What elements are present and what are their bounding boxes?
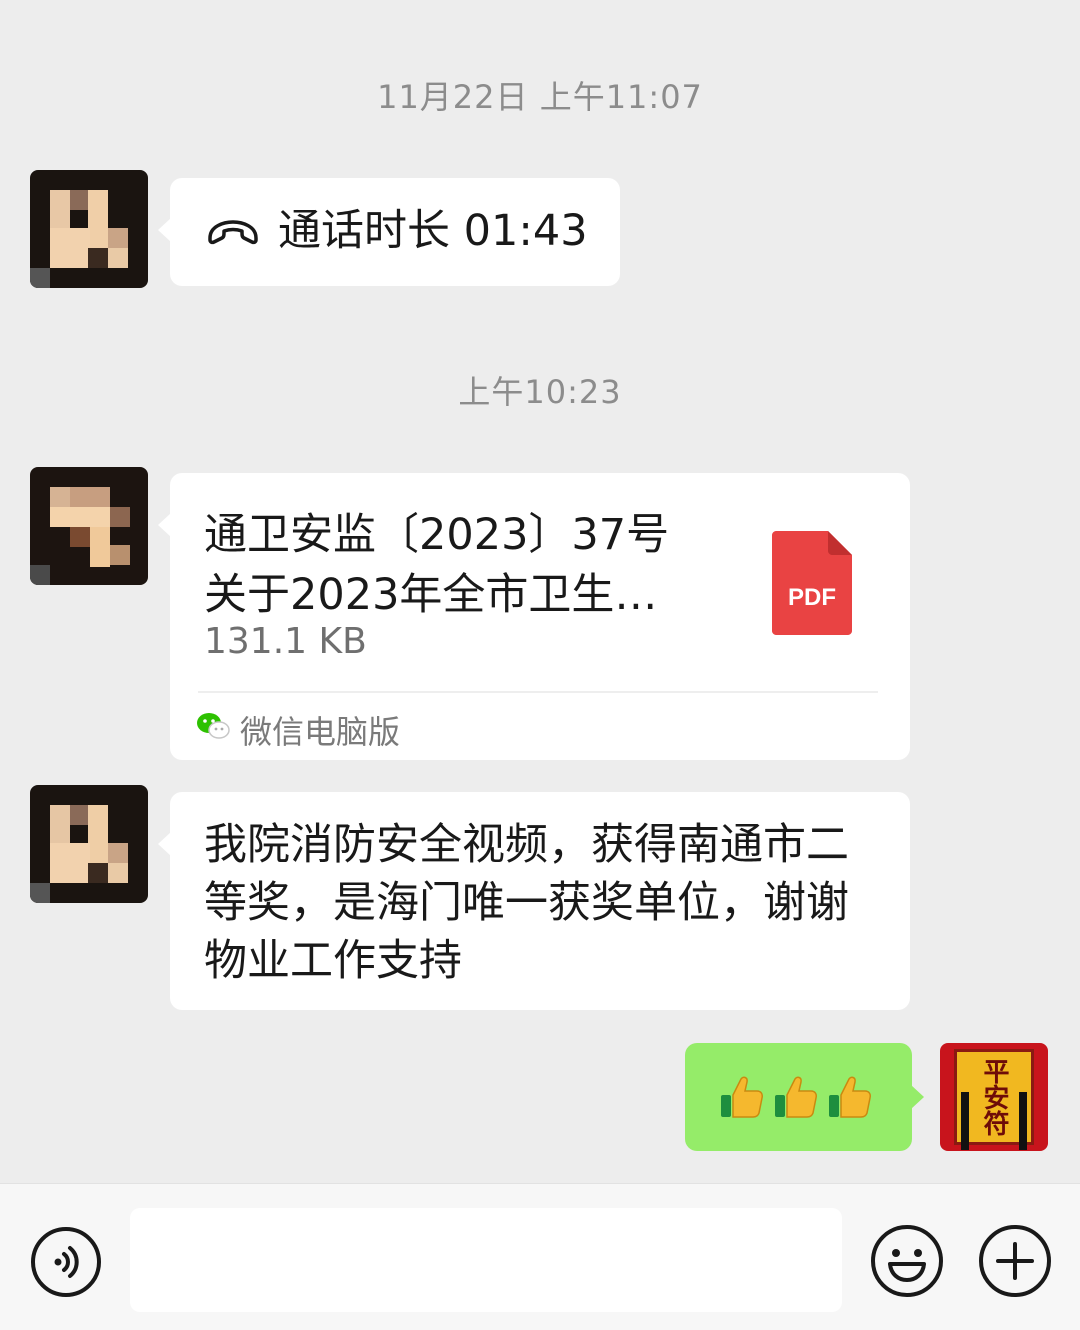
thumbs-up-icon: [775, 1076, 817, 1118]
amulet-label: 平安符: [979, 1058, 1009, 1136]
file-name-line1: 通卫安监〔2023〕37号: [204, 510, 670, 560]
pdf-icon-label: PDF: [788, 584, 836, 611]
pdf-file-icon: PDF: [772, 531, 852, 635]
my-avatar[interactable]: 平安符: [940, 1043, 1048, 1151]
emoji-icon[interactable]: [870, 1224, 944, 1298]
amulet-side-strip: [961, 1092, 969, 1150]
file-size: 131.1 KB: [204, 621, 367, 662]
file-source-label: 微信电脑版: [240, 713, 401, 751]
call-duration-text: 通话时长 01:43: [278, 206, 588, 256]
call-duration-bubble[interactable]: 通话时长 01:43: [158, 178, 620, 286]
bubble-tail: [911, 1085, 924, 1109]
thumbs-up-icon: [829, 1076, 871, 1118]
bubble-tail: [158, 513, 171, 537]
bubble-tail: [158, 832, 171, 856]
message-text: 我院消防安全视频，获得南通市二等奖，是海门唯一获奖单位，谢谢物业工作支持: [204, 820, 849, 986]
timestamp: 上午10:23: [458, 373, 622, 411]
phone-hangup-icon: [208, 220, 258, 245]
file-name: 通卫安监〔2023〕37号 关于2023年全市卫生…: [204, 505, 714, 625]
input-bar: [0, 1183, 1080, 1330]
outgoing-message-bubble[interactable]: [685, 1043, 924, 1151]
wechat-icon: [197, 713, 230, 739]
timestamp: 11月22日 上午11:07: [377, 78, 703, 116]
amulet-image: 平安符: [954, 1049, 1034, 1150]
divider: [198, 691, 878, 693]
thumbs-up-icon: [721, 1076, 763, 1118]
text-message-bubble[interactable]: 我院消防安全视频，获得南通市二等奖，是海门唯一获奖单位，谢谢物业工作支持: [158, 792, 910, 1010]
emoji-row: [717, 1073, 873, 1121]
plus-icon[interactable]: [978, 1224, 1052, 1298]
amulet-side-strip: [1019, 1092, 1027, 1150]
bubble-tail: [158, 218, 171, 242]
contact-avatar[interactable]: [30, 170, 148, 288]
message-input[interactable]: [130, 1208, 842, 1312]
contact-avatar[interactable]: [30, 467, 148, 585]
voice-icon[interactable]: [30, 1226, 102, 1298]
file-name-line2: 关于2023年全市卫生…: [204, 570, 658, 620]
contact-avatar[interactable]: [30, 785, 148, 903]
file-message-bubble[interactable]: 通卫安监〔2023〕37号 关于2023年全市卫生… 131.1 KB PDF …: [158, 473, 910, 760]
